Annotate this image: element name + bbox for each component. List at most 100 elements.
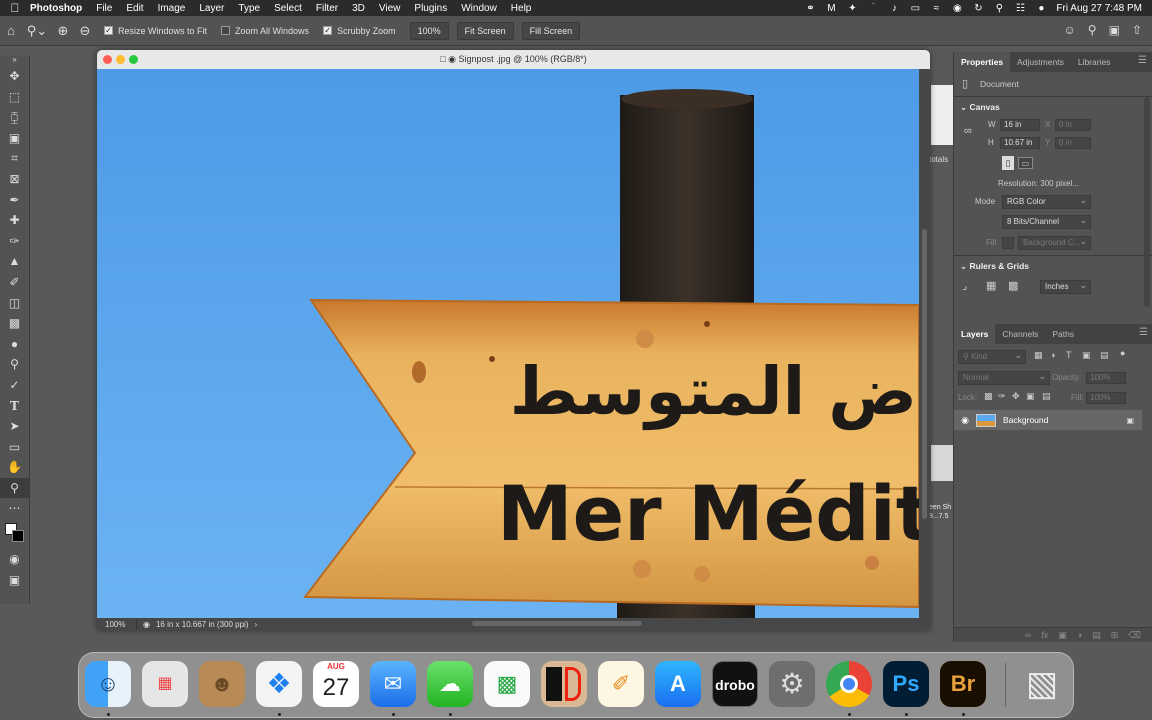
tab-channels[interactable]: Channels [995,324,1045,344]
units-select[interactable]: Inches [1040,279,1091,294]
tab-adjustments[interactable]: Adjustments [1010,52,1071,72]
vertical-scroll-thumb[interactable] [922,229,927,519]
eraser-tool-icon[interactable]: ◫ [0,293,29,314]
visibility-eye-icon[interactable]: ◉ [954,415,976,426]
menu-type[interactable]: Type [238,3,260,14]
pages-dock-icon[interactable]: ✐ [598,661,644,707]
desktop-file-thumbnail[interactable] [931,445,953,481]
siri-icon[interactable]: ● [1035,3,1047,14]
layer-name[interactable]: Background [1003,415,1048,425]
y-field[interactable]: 0 in [1055,137,1091,149]
launchpad-dock-icon[interactable]: ▦ [142,661,188,707]
canvas[interactable]: ض المتوسط Mer Médit [97,69,919,618]
filter-type-icon[interactable]: T [1066,350,1072,360]
link-layers-icon[interactable]: ∞ [1025,630,1031,640]
move-tool-icon[interactable]: ✥ [0,66,29,87]
bridge-dock-icon[interactable]: Br [940,661,986,707]
contacts-dock-icon[interactable]: ☻ [199,661,245,707]
fit-screen-button[interactable]: Fit Screen [456,21,514,40]
menu-clock[interactable]: Fri Aug 27 7:48 PM [1056,3,1142,14]
tab-libraries[interactable]: Libraries [1071,52,1118,72]
pen-tool-icon[interactable]: ✓ [0,375,29,396]
app-store-dock-icon[interactable]: A [655,661,701,707]
marquee-tool-icon[interactable]: ⬚ [0,87,29,108]
calendar-dock-icon[interactable]: AUG 27 [313,661,359,707]
share-user-icon[interactable]: ☺ [1064,23,1076,37]
fill-select[interactable]: Background C... [1018,235,1091,250]
mode-select[interactable]: RGB Color [1002,194,1091,209]
filter-pixel-icon[interactable]: ▦ [1034,350,1043,361]
finder-dock-icon[interactable]: ☺ [85,661,131,707]
color-swatches[interactable] [0,519,29,549]
panel-collapse-icon[interactable]: » [0,56,29,66]
lasso-tool-icon[interactable]: ⧮ [0,107,29,128]
lock-paint-icon[interactable]: ✑ [998,391,1006,402]
control-center-icon[interactable]: ☷ [1014,3,1026,14]
layer-style-icon[interactable]: fx [1041,630,1048,640]
tab-paths[interactable]: Paths [1045,324,1081,344]
desktop-file-label[interactable]: een Sh 8...7.5 [929,503,951,521]
trash-dock-icon[interactable]: ▧ [1019,661,1065,707]
filter-smart-icon[interactable]: ▤ [1100,350,1109,361]
pixel-grid-icon[interactable]: ▩ [1008,279,1018,292]
delete-layer-icon[interactable]: ⌫ [1128,630,1141,641]
opacity-field[interactable]: 100% [1086,372,1126,384]
status-chevron-icon[interactable]: › [249,620,258,629]
add-mask-icon[interactable]: ▣ [1058,630,1067,641]
app-menu[interactable]: Photoshop [30,3,82,14]
filter-shape-icon[interactable]: ▣ [1082,350,1091,361]
menu-3d[interactable]: 3D [352,3,365,14]
zoom-tool-preset-icon[interactable]: ⚲⌄ [22,23,52,39]
blend-mode-select[interactable]: Normal [958,370,1050,385]
search-panel-icon[interactable]: ⚲ [1088,23,1097,37]
presentation-dock-icon[interactable] [541,661,587,707]
adjustment-layer-icon[interactable]: ◑ [1077,630,1082,640]
system-preferences-dock-icon[interactable]: ⚙ [769,661,815,707]
height-field[interactable]: 10.67 in [1000,137,1040,149]
tab-layers[interactable]: Layers [954,324,996,344]
chrome-dock-icon[interactable] [826,661,872,707]
search-icon[interactable]: ⚲ [993,3,1005,14]
object-select-tool-icon[interactable]: ▣ [0,128,29,149]
menu-view[interactable]: View [379,3,401,14]
numbers-dock-icon[interactable]: ▩ [484,661,530,707]
filter-toggle-icon[interactable]: ● [1120,348,1125,358]
hand-tool-icon[interactable]: ✋ [0,457,29,478]
rectangle-tool-icon[interactable]: ▭ [0,437,29,458]
type-tool-icon[interactable]: T [0,396,29,417]
menu-select[interactable]: Select [274,3,302,14]
battery-icon[interactable]: ▭ [909,3,921,14]
properties-scrollbar[interactable] [1144,97,1150,307]
status-info[interactable]: 16 in x 10.667 in (300 ppi) [150,620,249,629]
menu-image[interactable]: Image [158,3,186,14]
resize-windows-checkbox[interactable]: ✓ Resize Windows to Fit [104,26,207,36]
portrait-icon[interactable]: ▯ [1002,156,1014,170]
frame-tool-icon[interactable]: ⊠ [0,169,29,190]
eyedropper-tool-icon[interactable]: ✒ [0,190,29,211]
ruler-icon[interactable]: ⌟ [962,279,967,292]
mail-dock-icon[interactable]: ✉ [370,661,416,707]
layer-lock-icon[interactable]: ▣ [1126,416,1134,425]
home-icon[interactable]: ⌂ [0,23,22,38]
apple-menu-icon[interactable]:  [0,1,30,15]
gradient-tool-icon[interactable]: ▩ [0,313,29,334]
zoom-in-icon[interactable]: ⊕ [52,23,74,39]
new-layer-icon[interactable]: ⊞ [1111,630,1119,641]
layers-menu-icon[interactable]: ☰ [1139,327,1148,338]
horizontal-scroll-thumb[interactable] [472,621,642,626]
dodge-tool-icon[interactable]: ⚲ [0,354,29,375]
photoshop-dock-icon[interactable]: Ps [883,661,929,707]
sound-icon[interactable]: ♪ [888,3,900,14]
fill-percent-field[interactable]: 100% [1086,392,1126,404]
zoom-out-icon[interactable]: ⊖ [74,23,96,39]
menu-plugins[interactable]: Plugins [414,3,447,14]
menu-layer[interactable]: Layer [199,3,224,14]
bit-depth-select[interactable]: 8 Bits/Channel [1002,214,1091,229]
status-info-icon[interactable]: ◉ [137,620,150,629]
history-brush-tool-icon[interactable]: ✐ [0,272,29,293]
x-field[interactable]: 0 in [1055,119,1091,131]
lock-artboard-icon[interactable]: ▣ [1026,391,1035,402]
minimize-window-icon[interactable] [116,55,125,64]
workspace-icon[interactable]: ▣ [1109,23,1120,37]
quick-mask-icon[interactable]: ◉ [0,549,29,570]
